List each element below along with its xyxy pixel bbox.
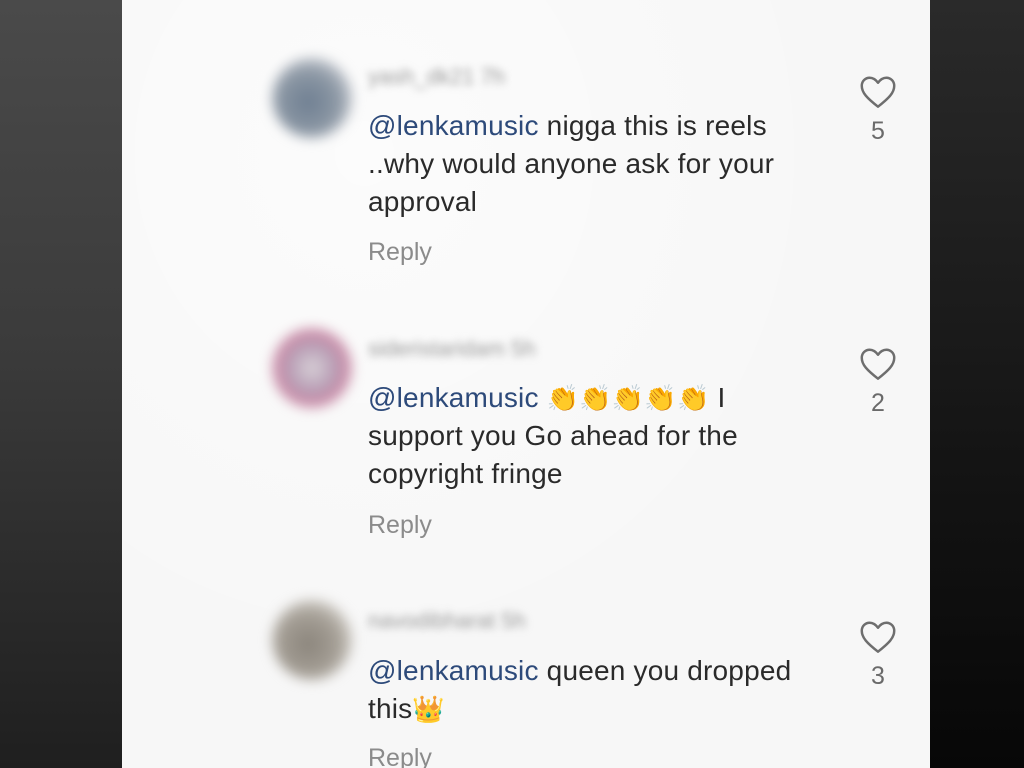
heart-outline-icon bbox=[858, 620, 898, 654]
crown-emoji: 👑 bbox=[412, 695, 445, 725]
avatar[interactable] bbox=[272, 328, 352, 408]
mention-link[interactable]: @lenkamusic bbox=[368, 382, 539, 413]
video-frame: yash_dk21 7h @lenkamusic nigga this is r… bbox=[0, 0, 1024, 768]
comment-text: @lenkamusic 👏👏👏👏👏 I support you Go ahead… bbox=[368, 379, 818, 493]
reply-button[interactable]: Reply bbox=[368, 744, 432, 768]
comment-username[interactable]: navodibharat 5h bbox=[368, 608, 526, 634]
heart-outline-icon bbox=[858, 75, 898, 109]
avatar[interactable] bbox=[272, 600, 352, 680]
heart-outline-icon bbox=[858, 347, 898, 381]
like-button[interactable]: 2 bbox=[858, 347, 898, 418]
like-count: 3 bbox=[871, 662, 885, 690]
comments-panel[interactable]: yash_dk21 7h @lenkamusic nigga this is r… bbox=[122, 0, 930, 768]
clapping-hands-emoji: 👏👏👏👏👏 bbox=[546, 384, 710, 414]
comment-username[interactable]: yash_dk21 7h bbox=[368, 64, 505, 90]
avatar[interactable] bbox=[272, 58, 352, 138]
like-count: 5 bbox=[871, 117, 885, 145]
comment-text: @lenkamusic queen you dropped this👑 bbox=[368, 652, 818, 728]
like-button[interactable]: 3 bbox=[858, 620, 898, 691]
left-letterbox bbox=[0, 0, 122, 768]
reply-button[interactable]: Reply bbox=[368, 511, 432, 540]
mention-link[interactable]: @lenkamusic bbox=[368, 655, 539, 686]
like-count: 2 bbox=[871, 389, 885, 417]
reply-button[interactable]: Reply bbox=[368, 238, 432, 267]
comment-text: @lenkamusic nigga this is reels ..why wo… bbox=[368, 107, 818, 221]
comment-username[interactable]: sideristaridam 5h bbox=[368, 336, 536, 362]
right-letterbox bbox=[930, 0, 1024, 768]
like-button[interactable]: 5 bbox=[858, 75, 898, 146]
mention-link[interactable]: @lenkamusic bbox=[368, 110, 539, 141]
